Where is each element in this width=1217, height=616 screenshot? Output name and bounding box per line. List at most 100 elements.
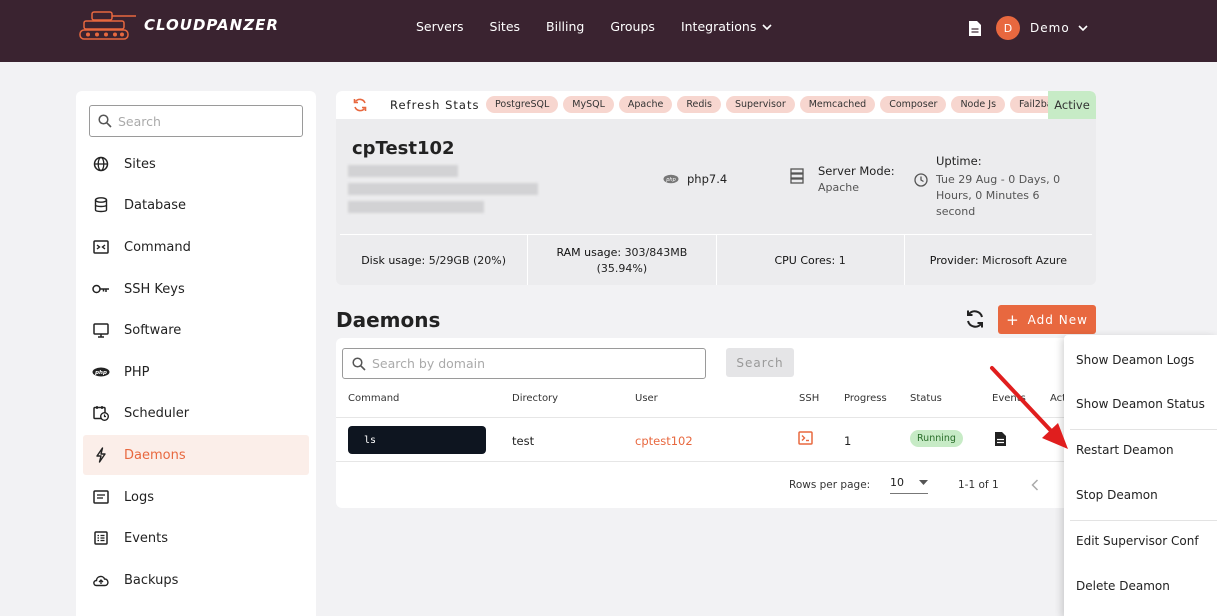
avatar[interactable]: D (996, 16, 1020, 40)
menu-show-daemon-logs[interactable]: Show Deamon Logs (1076, 353, 1194, 367)
sidebar-item-sites[interactable]: Sites (83, 144, 309, 184)
add-new-button[interactable]: + Add New (998, 305, 1096, 334)
sidebar-item-label: Logs (124, 489, 154, 505)
ram-usage: RAM usage: 303/843MB (35.94%) (528, 235, 717, 285)
sidebar-item-label: Events (124, 530, 169, 546)
sidebar-item-software[interactable]: Software (83, 310, 309, 350)
sidebar-item-command[interactable]: Command (83, 227, 309, 267)
column-header[interactable]: Directory (512, 393, 558, 404)
main-nav: Servers Sites Billing Groups Integration… (416, 19, 798, 34)
progress-cell: 1 (844, 434, 852, 448)
clock-icon (914, 173, 928, 187)
redacted-detail (348, 165, 458, 177)
ssh-terminal-icon[interactable] (798, 431, 813, 445)
svg-text:php: php (665, 177, 676, 183)
menu-delete-daemon[interactable]: Delete Deamon (1076, 579, 1170, 593)
column-header[interactable]: User (635, 393, 658, 404)
calendar-clock-icon (92, 404, 110, 422)
domain-search-input[interactable] (372, 356, 692, 371)
search-button[interactable]: Search (726, 348, 794, 377)
column-header[interactable]: Status (910, 393, 942, 404)
sidebar-item-ssh-keys[interactable]: SSH Keys (83, 269, 309, 309)
nav-groups[interactable]: Groups (610, 19, 655, 34)
key-icon (92, 280, 110, 298)
php-icon: php (663, 174, 679, 184)
user-cell[interactable]: cptest102 (635, 434, 693, 448)
sidebar-item-label: Daemons (124, 447, 186, 463)
menu-divider (1070, 520, 1217, 521)
brand-logo[interactable]: CLOUDPANZER (78, 8, 279, 42)
sidebar-item-scheduler[interactable]: Scheduler (83, 393, 309, 433)
user-area: D Demo (968, 16, 1088, 40)
service-tag: Node Js (951, 96, 1006, 113)
ram-usage-percent: (35.94%) (596, 261, 648, 275)
actions-menu: Show Deamon Logs Show Deamon Status Rest… (1064, 335, 1217, 616)
refresh-stats-button[interactable]: Refresh Stats (390, 98, 479, 112)
provider-label: Provider: (929, 253, 979, 267)
nav-label: Groups (610, 19, 655, 34)
sidebar-item-backups[interactable]: Backups (83, 560, 309, 600)
column-header[interactable]: Command (348, 393, 399, 404)
sidebar: Sites Database Command SSH Keys Software… (76, 91, 316, 616)
server-card: Refresh Stats PostgreSQL MySQL Apache Re… (336, 91, 1096, 285)
refresh-icon[interactable] (352, 97, 368, 113)
sidebar-item-label: Backups (124, 572, 179, 588)
chevron-down-icon (762, 23, 772, 30)
php-version-value: php7.4 (687, 172, 728, 186)
column-header[interactable]: SSH (799, 393, 819, 404)
sidebar-item-label: Scheduler (124, 405, 190, 421)
sidebar-item-label: Command (124, 239, 191, 255)
chevron-left-icon[interactable] (1031, 479, 1039, 491)
daemons-table: Search Command Directory User SSH Progre… (336, 338, 1096, 508)
sidebar-search[interactable] (89, 105, 303, 137)
cpu-cores: CPU Cores: 1 (717, 235, 905, 285)
globe-icon (92, 155, 110, 173)
sidebar-item-logs[interactable]: Logs (83, 477, 309, 517)
ram-usage-label: RAM usage: (556, 245, 622, 259)
monitor-icon (92, 321, 110, 339)
list-icon (92, 529, 110, 547)
divider (336, 417, 1096, 418)
nav-label: Billing (546, 19, 585, 34)
caret-down-icon (919, 480, 928, 485)
sidebar-item-php[interactable]: php PHP (83, 352, 309, 392)
sidebar-item-events[interactable]: Events (83, 518, 309, 558)
rows-per-page-select[interactable]: 10 (890, 476, 928, 494)
uptime-value: Tue 29 Aug - 0 Days, 0 Hours, 0 Minutes … (936, 173, 1061, 218)
sidebar-item-label: PHP (124, 364, 150, 380)
menu-restart-daemon[interactable]: Restart Deamon (1076, 443, 1174, 457)
directory-cell: test (512, 434, 535, 448)
status-badge: Running (910, 430, 963, 447)
user-name[interactable]: Demo (1030, 21, 1070, 35)
nav-servers[interactable]: Servers (416, 19, 464, 34)
rows-per-page-label: Rows per page: (789, 479, 871, 491)
sidebar-item-daemons[interactable]: Daemons (83, 435, 309, 475)
nav-billing[interactable]: Billing (546, 19, 584, 34)
cloud-upload-icon (92, 571, 110, 589)
tank-logo-icon (79, 11, 136, 40)
nav-integrations[interactable]: Integrations (681, 19, 772, 34)
menu-show-daemon-status[interactable]: Show Deamon Status (1076, 397, 1205, 411)
search-icon (98, 114, 112, 128)
sidebar-item-label: SSH Keys (124, 281, 185, 297)
sidebar-item-database[interactable]: Database (83, 185, 309, 225)
service-tag: MySQL (563, 96, 614, 113)
domain-search[interactable] (342, 348, 706, 379)
pagination-range: 1-1 of 1 (958, 479, 999, 491)
disk-usage: Disk usage: 5/29GB (20%) (340, 235, 529, 285)
provider: Provider: Microsoft Azure (905, 235, 1092, 285)
chevron-down-icon[interactable] (1078, 25, 1088, 31)
menu-edit-supervisor-conf[interactable]: Edit Supervisor Conf (1076, 534, 1199, 548)
reload-icon[interactable] (964, 308, 986, 330)
cpu-cores-label: CPU Cores: (774, 253, 836, 267)
nav-sites[interactable]: Sites (490, 19, 521, 34)
document-icon[interactable] (968, 20, 982, 37)
menu-stop-daemon[interactable]: Stop Deamon (1076, 488, 1158, 502)
bolt-icon (92, 446, 110, 464)
column-header[interactable]: Progress (844, 393, 887, 404)
uptime: Uptime: Tue 29 Aug - 0 Days, 0 Hours, 0 … (914, 154, 1076, 220)
rows-per-page-value: 10 (890, 476, 904, 489)
command-cell: ls (348, 426, 486, 454)
sidebar-search-input[interactable] (118, 113, 288, 129)
logs-icon (92, 488, 110, 506)
